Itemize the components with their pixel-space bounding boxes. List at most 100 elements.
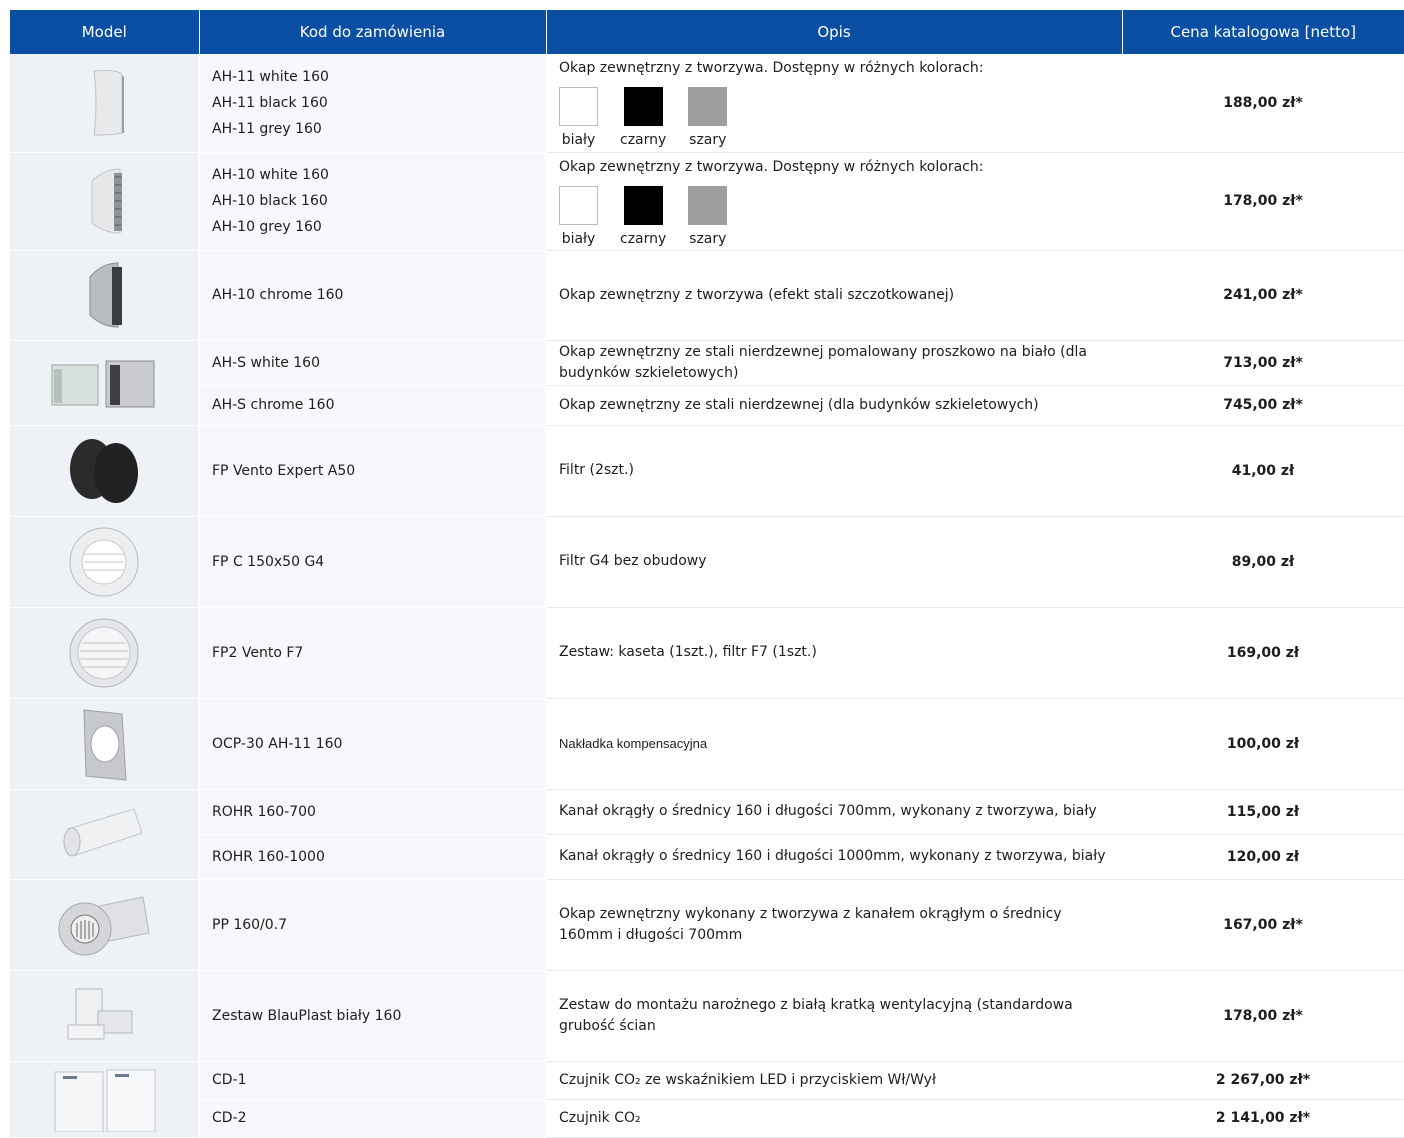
description: Okap zewnętrzny wykonany z tworzywa z ka… — [546, 879, 1122, 971]
table-row: AH-10 chrome 160 Okap zewnętrzny z tworz… — [10, 250, 1404, 341]
top-strip — [0, 0, 1404, 9]
table-row: AH-10 white 160 AH-10 black 160 AH-10 gr… — [10, 152, 1404, 251]
product-image-ah11 — [10, 54, 200, 153]
code-line: AH-10 grey 160 — [212, 219, 322, 235]
swatch-label: biały — [561, 230, 596, 247]
description: Filtr G4 bez obudowy — [546, 516, 1122, 608]
product-image-ah10-chrome — [10, 250, 200, 341]
table-row: ROHR 160-700 Kanał okrągły o średnicy 16… — [10, 789, 1404, 880]
hood-chrome-icon — [89, 262, 122, 328]
code-line: AH-10 white 160 — [212, 167, 329, 183]
table-row: Zestaw BlauPlast biały 160 Zestaw do mon… — [10, 970, 1404, 1062]
swatch-label: szary — [689, 230, 727, 247]
swatch-black — [623, 87, 663, 126]
table-row: FP2 Vento F7 Zestaw: kaseta (1szt.), fil… — [10, 607, 1404, 699]
product-image-ocp — [10, 698, 200, 790]
code-cell: FP2 Vento F7 — [199, 607, 547, 699]
table-row: ROHR 160-1000 Kanał okrągły o średnicy 1… — [10, 833, 1404, 880]
table-row: PP 160/0.7 Okap zewnętrzny wykonany z tw… — [10, 879, 1404, 971]
code-line: AH-11 grey 160 — [212, 120, 322, 137]
table-row: FP C 150x50 G4 Filtr G4 bez obudowy 89,0… — [10, 516, 1404, 608]
swatch-grey — [688, 87, 728, 126]
swatch-white — [559, 185, 598, 225]
swatch-black — [623, 185, 663, 225]
price: 100,00 zł — [1122, 698, 1404, 790]
code-cell: PP 160/0.7 — [199, 879, 547, 971]
product-image-blauplast — [10, 970, 200, 1062]
code-line: AH-10 black 160 — [212, 193, 328, 209]
price: 745,00 zł* — [1122, 385, 1404, 426]
table-row: AH-S white 160 Okap zewnętrzny ze stali … — [10, 340, 1404, 426]
table-row: AH-11 white 160 AH-11 black 160 AH-11 gr… — [10, 54, 1404, 153]
filter-cassette-icon — [69, 618, 139, 687]
price: 2 141,00 zł* — [1122, 1099, 1404, 1138]
price: 169,00 zł — [1122, 607, 1404, 699]
code-cell: AH-S chrome 160 — [199, 384, 547, 426]
product-image-rohr — [10, 789, 200, 880]
code-line: AH-11 white 160 — [212, 68, 329, 85]
table-row: FP Vento Expert A50 Filtr (2szt.) 41,00 … — [10, 425, 1404, 517]
filter-round-icon — [69, 527, 139, 596]
color-swatches: biały czarny szary — [559, 185, 1110, 250]
table-header: Model Kod do zamówienia Opis Cena katalo… — [10, 10, 1404, 54]
description: Okap zewnętrzny ze stali nierdzewnej (dl… — [546, 385, 1122, 426]
header-code: Kod do zamówienia — [199, 10, 547, 54]
description: Nakładka kompensacyjna — [546, 698, 1122, 790]
product-image-fp2 — [10, 607, 200, 699]
description: Zestaw: kaseta (1szt.), filtr F7 (1szt.) — [546, 607, 1122, 699]
table-row: OCP-30 AH-11 160 Nakładka kompensacyjna … — [10, 698, 1404, 790]
code-cell: OCP-30 AH-11 160 — [199, 698, 547, 790]
product-image-ah-s — [10, 340, 200, 426]
price: 41,00 zł — [1122, 425, 1404, 517]
code-cell: FP Vento Expert A50 — [199, 425, 547, 517]
co2-sensor-icon — [54, 1069, 156, 1132]
description: Okap zewnętrzny z tworzywa. Dostępny w r… — [559, 158, 984, 175]
header-price: Cena katalogowa [netto] — [1122, 10, 1404, 54]
description: Okap zewnętrzny z tworzywa. Dostępny w r… — [559, 60, 984, 76]
code-cell: FP C 150x50 G4 — [199, 516, 547, 608]
swatch-label: czarny — [620, 132, 667, 148]
duct-pipe-icon — [63, 808, 143, 857]
price: 167,00 zł* — [1122, 879, 1404, 971]
price: 2 267,00 zł* — [1122, 1061, 1404, 1100]
code-line: AH-11 black 160 — [212, 94, 328, 111]
description: Okap zewnętrzny ze stali nierdzewnej pom… — [546, 340, 1122, 386]
product-image-pp — [10, 879, 200, 971]
code-cell: ROHR 160-700 — [199, 789, 547, 835]
price-table: Model Kod do zamówienia Opis Cena katalo… — [10, 10, 1404, 1138]
header-model: Model — [10, 10, 200, 54]
description: Czujnik CO₂ ze wskaźnikiem LED i przycis… — [546, 1061, 1122, 1100]
product-image-fp-c — [10, 516, 200, 608]
table-row: CD-2 Czujnik CO₂ 2 141,00 zł* — [10, 1098, 1404, 1138]
swatch-label: biały — [561, 132, 596, 148]
header-desc: Opis — [546, 10, 1123, 54]
compensation-plate-icon — [83, 708, 127, 781]
hood-steel-icon — [51, 360, 155, 407]
hood-ah10-icon — [91, 168, 122, 234]
swatch-grey — [688, 185, 728, 225]
product-image-fp-vento — [10, 425, 200, 517]
table-row: CD-1 Czujnik CO₂ ze wskaźnikiem LED i pr… — [10, 1061, 1404, 1138]
description: Kanał okrągły o średnicy 160 i długości … — [546, 834, 1122, 880]
code-cell: CD-1 — [199, 1061, 547, 1100]
price: 241,00 zł* — [1122, 250, 1404, 341]
price: 120,00 zł — [1122, 834, 1404, 880]
price: 188,00 zł* — [1122, 54, 1404, 153]
code-cell: CD-2 — [199, 1098, 547, 1138]
price: 115,00 zł — [1122, 789, 1404, 835]
code-cell: ROHR 160-1000 — [199, 833, 547, 880]
swatch-label: szary — [689, 132, 727, 148]
mounting-kit-icon — [67, 988, 133, 1039]
swatch-label: czarny — [620, 230, 667, 247]
code-cell: AH-S white 160 — [199, 340, 547, 386]
price: 178,00 zł* — [1122, 970, 1404, 1062]
code-cell: AH-10 chrome 160 — [199, 250, 547, 341]
color-swatches: biały czarny szary — [559, 87, 1110, 151]
description: Zestaw do montażu narożnego z białą krat… — [546, 970, 1122, 1062]
hood-ah11-icon — [93, 69, 124, 136]
product-image-ah10 — [10, 152, 200, 251]
description: Czujnik CO₂ — [546, 1099, 1122, 1138]
description: Filtr (2szt.) — [546, 425, 1122, 517]
swatch-white — [559, 87, 598, 126]
price: 89,00 zł — [1122, 516, 1404, 608]
